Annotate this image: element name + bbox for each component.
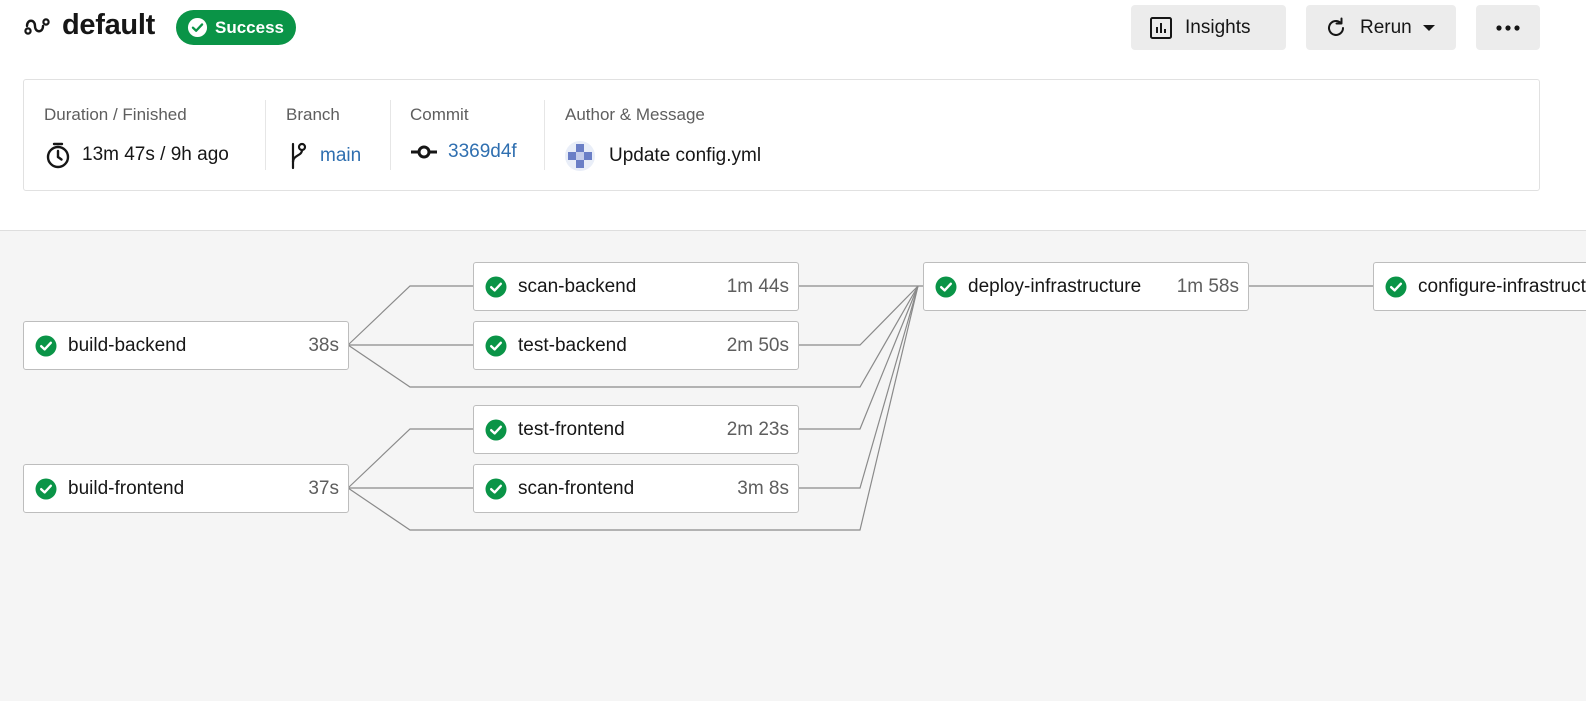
job-duration: 3m 8s — [737, 478, 789, 499]
workflow-graph: build-backend 38s build-frontend 37s sca… — [0, 230, 1586, 701]
job-name: test-frontend — [518, 419, 625, 440]
rerun-button-label: Rerun — [1360, 16, 1412, 38]
job-duration: 38s — [308, 335, 339, 356]
duration-value: 13m 47s / 9h ago — [82, 144, 229, 165]
refresh-icon — [1328, 17, 1344, 36]
branch-value-row: main — [286, 141, 361, 171]
author-label: Author & Message — [565, 105, 705, 124]
job-deploy-infrastructure[interactable]: deploy-infrastructure 1m 58s — [923, 262, 1249, 311]
duration-label: Duration / Finished — [44, 105, 187, 124]
job-duration: 2m 50s — [726, 335, 789, 356]
job-duration: 1m 44s — [726, 276, 789, 297]
check-circle-icon — [35, 335, 57, 357]
job-name: deploy-infrastructure — [968, 276, 1142, 297]
status-badge: Success — [176, 10, 296, 45]
job-name: configure-infrastructure — [1418, 276, 1586, 297]
more-options-button[interactable] — [1476, 5, 1540, 50]
workflow-icon — [24, 18, 50, 35]
job-scan-backend[interactable]: scan-backend 1m 44s — [473, 262, 799, 311]
job-name: build-backend — [68, 335, 187, 356]
commit-link[interactable]: 3369d4f — [448, 141, 517, 163]
rerun-button[interactable]: Rerun — [1306, 5, 1456, 50]
avatar[interactable] — [565, 141, 595, 171]
branch-icon — [291, 142, 307, 170]
check-circle-icon — [485, 419, 507, 441]
job-test-backend[interactable]: test-backend 2m 50s — [473, 321, 799, 370]
check-circle-icon — [935, 276, 957, 298]
author-value-row: Update config.yml — [565, 141, 761, 171]
commit-icon — [411, 145, 437, 159]
job-duration: 37s — [308, 478, 339, 499]
job-duration: 1m 58s — [1176, 276, 1239, 297]
check-circle-icon — [485, 276, 507, 298]
divider — [544, 100, 545, 170]
check-circle-icon — [485, 335, 507, 357]
job-configure-infrastructure[interactable]: configure-infrastructure — [1373, 262, 1586, 311]
job-name: build-frontend — [68, 478, 185, 499]
bar-chart-icon — [1150, 16, 1172, 39]
branch-link[interactable]: main — [320, 145, 361, 167]
check-circle-icon — [187, 17, 208, 38]
job-build-backend[interactable]: build-backend 38s — [23, 321, 349, 370]
commit-label: Commit — [410, 105, 469, 124]
job-scan-frontend[interactable]: scan-frontend 3m 8s — [473, 464, 799, 513]
branch-label: Branch — [286, 105, 340, 124]
check-circle-icon — [1385, 276, 1407, 298]
workflow-header: default Success Insights Rerun — [0, 0, 1586, 60]
divider — [390, 100, 391, 170]
divider — [265, 100, 266, 170]
job-name: scan-frontend — [518, 478, 635, 499]
job-name: test-backend — [518, 335, 627, 356]
job-test-frontend[interactable]: test-frontend 2m 23s — [473, 405, 799, 454]
check-circle-icon — [485, 478, 507, 500]
insights-button-label: Insights — [1185, 16, 1251, 38]
caret-down-icon — [1422, 24, 1435, 31]
job-name: scan-backend — [518, 276, 637, 297]
page-title: default — [62, 9, 155, 41]
more-dots-icon — [1496, 24, 1520, 31]
job-build-frontend[interactable]: build-frontend 37s — [23, 464, 349, 513]
timer-icon — [46, 142, 70, 169]
commit-message: Update config.yml — [609, 145, 762, 166]
check-circle-icon — [35, 478, 57, 500]
duration-value-row: 13m 47s / 9h ago — [44, 141, 229, 169]
job-duration: 2m 23s — [726, 419, 789, 440]
insights-button[interactable]: Insights — [1131, 5, 1286, 50]
status-badge-label: Success — [215, 17, 284, 37]
pipeline-summary: Duration / Finished 13m 47s / 9h ago Bra… — [23, 79, 1540, 191]
commit-value-row: 3369d4f — [410, 141, 517, 163]
